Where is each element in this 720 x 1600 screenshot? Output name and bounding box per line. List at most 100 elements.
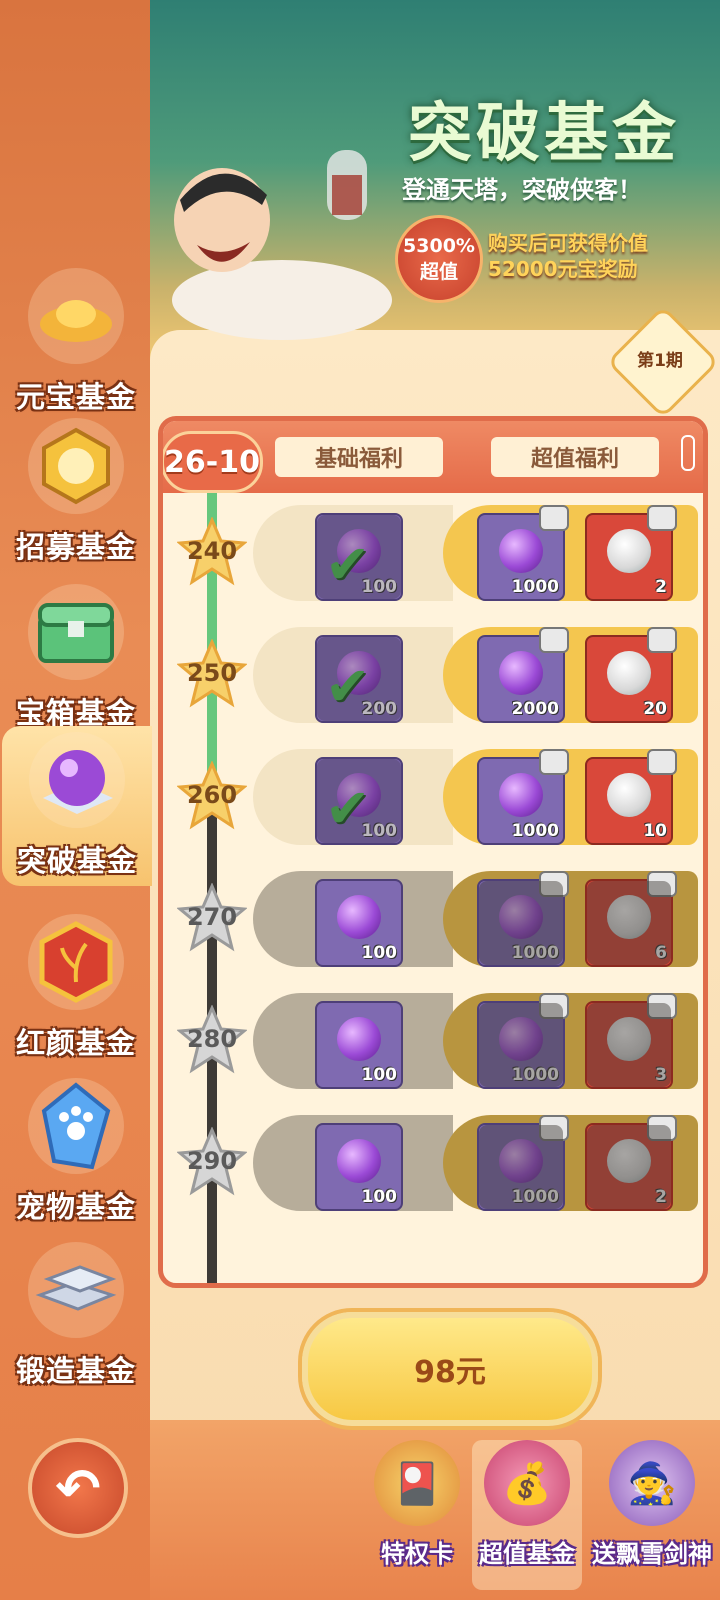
nav-item-label: 超值基金	[479, 1540, 575, 1568]
sidebar-item-label: 元宝基金	[15, 380, 136, 414]
purple-orb-icon	[337, 895, 381, 939]
sidebar-item-chest-fund[interactable]: 宝箱基金	[6, 578, 146, 738]
sidebar-item-label: 宠物基金	[15, 1190, 136, 1224]
panel-header: 26-10 基础福利 超值福利	[163, 421, 703, 493]
nav-item-privilege-card[interactable]: 🎴 特权卡	[362, 1440, 472, 1590]
basic-reward-item[interactable]: 100	[315, 879, 403, 967]
buy-button[interactable]: 98元	[302, 1312, 598, 1426]
reward-row: 270 100 1000 6	[163, 865, 703, 971]
super-reward-qty: 1000	[511, 577, 559, 597]
level-number: 270	[186, 903, 238, 931]
recruit-medal-icon	[28, 418, 124, 514]
purple-orb-icon	[337, 1017, 381, 1061]
reward-description: 购买后可获得价值 52000元宝奖励	[488, 230, 648, 282]
basic-reward-qty: 100	[361, 1065, 398, 1085]
basic-reward-item[interactable]: 100	[315, 1123, 403, 1211]
claimed-overlay	[317, 759, 401, 843]
reward-row: 280 100 1000 3	[163, 987, 703, 1093]
claimed-overlay	[317, 515, 401, 599]
level-number: 260	[186, 781, 238, 809]
reward-description-line2: 52000元宝奖励	[488, 257, 638, 281]
sidebar-item-pet-fund[interactable]: 宠物基金	[6, 1072, 146, 1232]
basic-reward-item[interactable]: ✔ 100	[315, 513, 403, 601]
back-arrow-icon: ↶	[55, 1456, 101, 1520]
super-reward-item[interactable]: 1000	[477, 871, 569, 967]
basic-reward-card: 100	[253, 871, 453, 967]
extra-reward-item[interactable]: 20	[585, 627, 677, 723]
basic-reward-card: ✔ 100	[253, 505, 453, 601]
gold-ingot-icon	[28, 268, 124, 364]
nav-item-super-fund[interactable]: 💰 超值基金	[472, 1440, 582, 1590]
super-reward-card: 1000 6	[443, 871, 698, 967]
privilege-card-icon: 🎴	[374, 1440, 460, 1526]
reward-panel: 26-10 基础福利 超值福利 240 ✔ 100 1000 2 250 ✔ 2…	[158, 416, 708, 1288]
hero-shard-icon	[607, 529, 651, 573]
level-number: 240	[186, 537, 238, 565]
flower-badge-icon	[28, 914, 124, 1010]
reward-description-line1: 购买后可获得价值	[488, 231, 648, 255]
sidebar-item-breakthrough-fund[interactable]: 突破基金	[2, 726, 152, 886]
sidebar-item-forge-fund[interactable]: 锻造基金	[6, 1236, 146, 1396]
basic-reward-card: 100	[253, 1115, 453, 1211]
basic-reward-item[interactable]: 100	[315, 1001, 403, 1089]
basic-reward-item[interactable]: ✔ 100	[315, 757, 403, 845]
locked-overlay	[479, 1125, 563, 1209]
super-reward-item[interactable]: 1000	[477, 993, 569, 1089]
extra-reward-item[interactable]: 3	[585, 993, 677, 1089]
period-label: 第1期	[637, 351, 683, 371]
super-reward-card: 2000 20	[443, 627, 698, 723]
banner-subtitle: 登通天塔，突破侠客！	[402, 176, 642, 204]
sidebar-item-recruit-fund[interactable]: 招募基金	[6, 412, 146, 572]
purple-orb-icon	[499, 773, 543, 817]
extra-reward-item[interactable]: 10	[585, 749, 677, 845]
value-percent: 5300%	[403, 235, 475, 257]
scroll-indicator[interactable]	[681, 435, 695, 471]
sidebar-item-label: 招募基金	[15, 530, 136, 564]
basic-reward-card: 100	[253, 993, 453, 1089]
lock-icon	[647, 627, 677, 653]
level-range-badge: 26-10	[163, 431, 263, 493]
reward-row: 290 100 1000 2	[163, 1109, 703, 1215]
nav-item-snow-sword-god[interactable]: 🧙 送飘雪剑神	[592, 1440, 712, 1590]
extra-reward-item[interactable]: 6	[585, 871, 677, 967]
silver-bars-icon	[28, 1242, 124, 1338]
super-reward-item[interactable]: 2000	[477, 627, 569, 723]
super-reward-item[interactable]: 1000	[477, 749, 569, 845]
chest-icon	[28, 584, 124, 680]
extra-reward-item[interactable]: 2	[585, 505, 677, 601]
hero-shard-icon	[607, 651, 651, 695]
super-reward-card: 1000 3	[443, 993, 698, 1089]
super-reward-item[interactable]: 1000	[477, 1115, 569, 1211]
sidebar-item-label: 突破基金	[16, 844, 137, 878]
super-reward-qty: 1000	[511, 821, 559, 841]
lock-icon	[539, 749, 569, 775]
tab-super-benefits: 超值福利	[491, 437, 659, 477]
value-percent-label: 超值	[419, 261, 458, 283]
treasure-bag-icon: 💰	[484, 1440, 570, 1526]
sidebar-item-label: 锻造基金	[15, 1354, 136, 1388]
paw-crystal-icon	[28, 1078, 124, 1174]
lock-icon	[539, 505, 569, 531]
level-number: 250	[186, 659, 238, 687]
basic-reward-card: ✔ 200	[253, 627, 453, 723]
level-number: 280	[186, 1025, 238, 1053]
lock-icon	[539, 627, 569, 653]
basic-reward-card: ✔ 100	[253, 749, 453, 845]
purple-orb-icon	[499, 529, 543, 573]
banner-title: 突破基金	[408, 97, 680, 171]
hero-illustration	[172, 150, 392, 340]
basic-reward-item[interactable]: ✔ 200	[315, 635, 403, 723]
super-reward-item[interactable]: 1000	[477, 505, 569, 601]
hero-portrait-icon: 🧙	[609, 1440, 695, 1526]
back-button[interactable]: ↶	[28, 1438, 128, 1538]
super-reward-card: 1000 2	[443, 505, 698, 601]
extra-reward-qty: 10	[643, 821, 667, 841]
sidebar-item-label: 红颜基金	[15, 1026, 136, 1060]
claimed-overlay	[317, 637, 401, 721]
extra-reward-qty: 2	[655, 577, 667, 597]
locked-overlay	[587, 1003, 671, 1087]
extra-reward-item[interactable]: 2	[585, 1115, 677, 1211]
sidebar-item-yuanbao-fund[interactable]: 元宝基金	[6, 262, 146, 422]
sidebar-item-beauty-fund[interactable]: 红颜基金	[6, 908, 146, 1068]
lock-icon	[647, 749, 677, 775]
